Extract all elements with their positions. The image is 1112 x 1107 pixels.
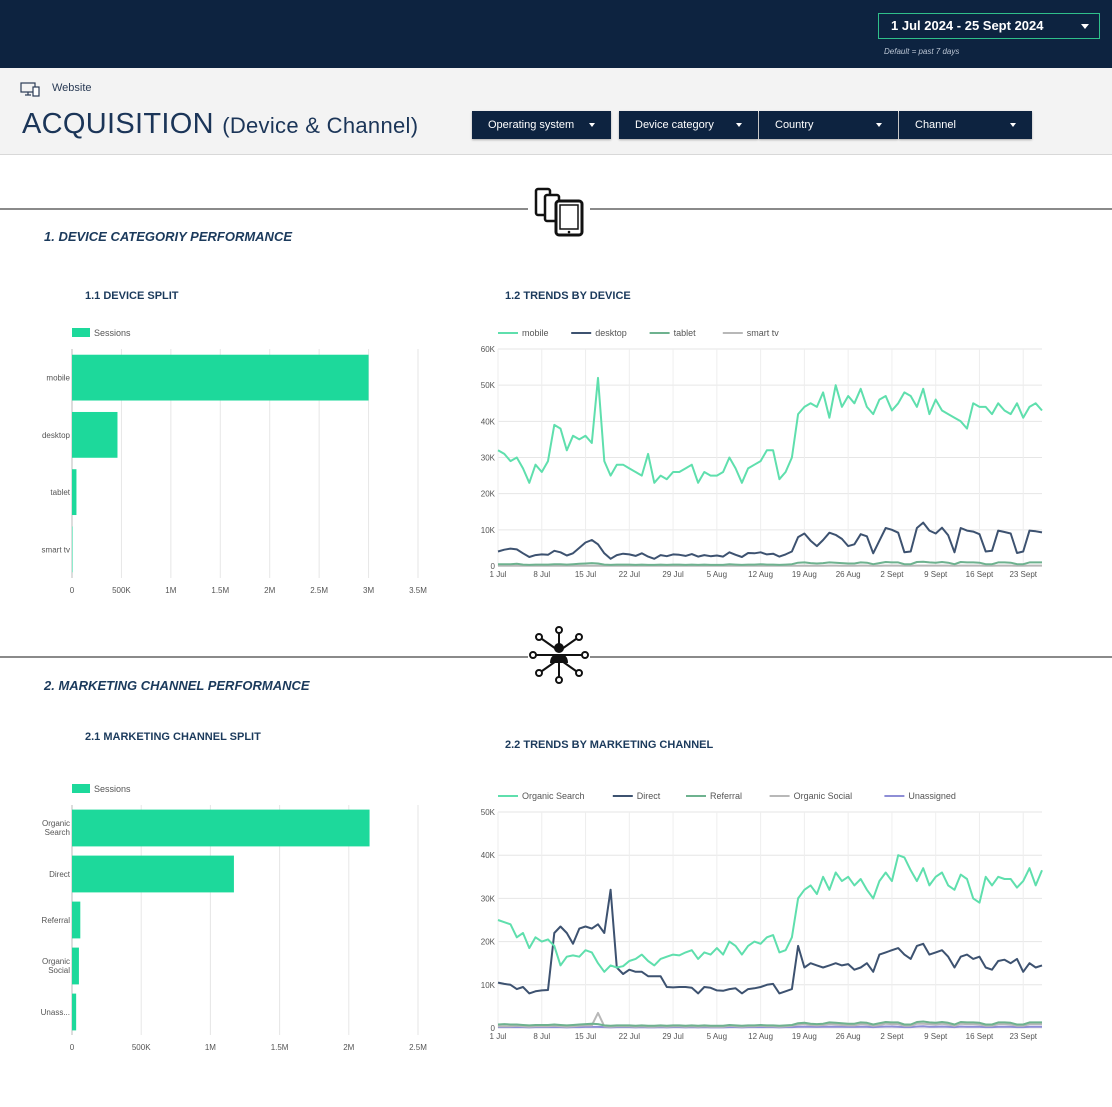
series-line	[498, 560, 1042, 566]
y-tick-label: 10K	[481, 526, 496, 535]
category-label: mobile	[46, 374, 70, 383]
x-tick-label: 22 Jul	[619, 1032, 641, 1041]
legend-label: Sessions	[94, 784, 131, 794]
x-tick-label: 15 Jul	[575, 570, 597, 579]
bar	[72, 901, 81, 939]
category-label: Referral	[42, 916, 71, 925]
legend-label: tablet	[674, 328, 697, 338]
bar	[72, 855, 234, 893]
x-tick-label: 5 Aug	[707, 570, 727, 579]
bar	[72, 809, 370, 847]
y-tick-label: 40K	[481, 851, 496, 860]
y-tick-label: 20K	[481, 490, 496, 499]
y-tick-label: 40K	[481, 417, 496, 426]
legend-label: Referral	[710, 791, 742, 801]
category-label: Unass...	[41, 1008, 70, 1017]
series-line	[497, 854, 1043, 973]
x-tick-label: 1.5M	[211, 586, 229, 595]
charts-canvas: Sessions 0 500K 1M 1.5M 2M 2.5M 3M 3.5M mobile des…	[41, 328, 1043, 1052]
x-tick-label: 16 Sept	[966, 1032, 994, 1041]
x-tick-label: 8 Jul	[533, 570, 550, 579]
legend-label: desktop	[595, 328, 627, 338]
x-tick-label: 15 Jul	[575, 1032, 597, 1041]
category-label: tablet	[50, 488, 70, 497]
legend-label: Unassigned	[908, 791, 956, 801]
x-tick-label: 3M	[363, 586, 374, 595]
x-tick-label: 12 Aug	[748, 570, 773, 579]
x-tick-label: 9 Sept	[924, 570, 948, 579]
x-tick-label: 8 Jul	[533, 1032, 550, 1041]
x-tick-label: 500K	[132, 1043, 151, 1052]
legend-label: mobile	[522, 328, 549, 338]
legend-label: Sessions	[94, 328, 131, 338]
x-tick-label: 29 Jul	[662, 570, 684, 579]
x-tick-label: 1M	[165, 586, 176, 595]
y-tick-label: 30K	[481, 454, 496, 463]
y-tick-label: 60K	[481, 345, 496, 354]
y-tick-label: 50K	[481, 381, 496, 390]
bar	[72, 993, 77, 1031]
legend-label: smart tv	[747, 328, 780, 338]
x-tick-label: 2.5M	[409, 1043, 427, 1052]
y-tick-label: 10K	[481, 981, 496, 990]
x-tick-label: 2M	[343, 1043, 354, 1052]
bar	[72, 526, 73, 573]
x-tick-label: 0	[70, 586, 75, 595]
x-tick-label: 5 Aug	[707, 1032, 727, 1041]
x-tick-label: 19 Aug	[792, 570, 817, 579]
category-label: desktop	[42, 431, 71, 440]
category-label: smart tv	[42, 545, 70, 554]
x-tick-label: 22 Jul	[619, 570, 641, 579]
category-label: Social	[48, 966, 70, 975]
x-tick-label: 2M	[264, 586, 275, 595]
category-label: Organic	[42, 819, 70, 828]
x-tick-label: 26 Aug	[836, 1032, 861, 1041]
x-tick-label: 12 Aug	[748, 1032, 773, 1041]
x-tick-label: 500K	[112, 586, 131, 595]
x-tick-label: 1M	[205, 1043, 216, 1052]
x-tick-label: 2 Sept	[880, 570, 904, 579]
bar	[72, 354, 369, 401]
x-tick-label: 9 Sept	[924, 1032, 948, 1041]
x-tick-label: 19 Aug	[792, 1032, 817, 1041]
x-tick-label: 23 Sept	[1009, 570, 1037, 579]
y-tick-label: 20K	[481, 938, 496, 947]
y-tick-label: 50K	[481, 808, 496, 817]
x-tick-label: 2 Sept	[880, 1032, 904, 1041]
bar	[72, 947, 79, 985]
x-tick-label: 2.5M	[310, 586, 328, 595]
x-tick-label: 1 Jul	[490, 1032, 507, 1041]
x-tick-label: 23 Sept	[1009, 1032, 1037, 1041]
bar	[72, 411, 118, 458]
category-label: Organic	[42, 957, 70, 966]
bar	[72, 469, 77, 516]
x-tick-label: 1 Jul	[490, 570, 507, 579]
legend-swatch	[72, 328, 90, 337]
y-tick-label: 30K	[481, 894, 496, 903]
category-label: Direct	[49, 870, 71, 879]
x-tick-label: 16 Sept	[966, 570, 994, 579]
x-tick-label: 26 Aug	[836, 570, 861, 579]
legend-swatch	[72, 784, 90, 793]
x-tick-label: 1.5M	[271, 1043, 289, 1052]
legend-label: Organic Search	[522, 791, 585, 801]
legend-label: Direct	[637, 791, 661, 801]
category-label: Search	[45, 828, 70, 837]
series-line	[497, 376, 1043, 484]
series-line	[497, 521, 1043, 560]
x-tick-label: 3.5M	[409, 586, 427, 595]
legend-label: Organic Social	[794, 791, 853, 801]
x-tick-label: 0	[70, 1043, 75, 1052]
x-tick-label: 29 Jul	[662, 1032, 684, 1041]
